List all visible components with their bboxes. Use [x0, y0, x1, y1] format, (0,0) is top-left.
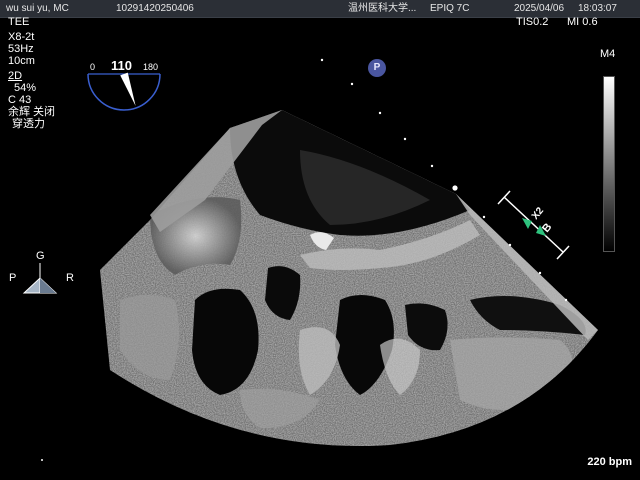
persistence-label: 余辉 关闭 — [8, 106, 56, 118]
imaging-mode-label: 2D — [8, 70, 23, 82]
probe-marker-icon[interactable]: P — [368, 59, 386, 77]
probe-label: X8-2t — [8, 31, 35, 43]
orientation-top-label: G — [36, 250, 45, 262]
caliper-index-label: X2 — [530, 205, 547, 222]
angle-value: 110 — [111, 58, 132, 73]
penetration-label: 穿透力 — [12, 118, 45, 130]
imaging-parameters: TEE X8-2t 53Hz 10cm 2D 54% C 43 余辉 关闭 穿透… — [8, 16, 55, 130]
map-label: M4 — [600, 48, 616, 60]
heart-rate: 220 bpm — [587, 456, 632, 468]
ultrasound-scan: X2 B 0 110 180 — [22, 58, 598, 461]
angle-needle-icon — [120, 72, 136, 106]
gain-label: 54% — [14, 82, 37, 94]
orientation-right-label: R — [66, 272, 74, 284]
mi-value: MI 0.6 — [567, 16, 598, 28]
orientation-left-label: P — [9, 272, 17, 284]
orientation-icon — [22, 263, 58, 294]
angle-indicator — [87, 72, 161, 111]
angle-max-label: 180 — [143, 62, 158, 72]
compression-label: C 43 — [8, 94, 32, 106]
tis-value: TIS0.2 — [516, 16, 549, 28]
grayscale-bar — [603, 76, 615, 252]
mode-label: TEE — [8, 16, 30, 28]
frequency-label: 53Hz — [8, 43, 34, 55]
angle-min-label: 0 — [90, 62, 95, 72]
depth-label: 10cm — [8, 55, 35, 67]
caliper-arrow-icon — [522, 218, 532, 229]
